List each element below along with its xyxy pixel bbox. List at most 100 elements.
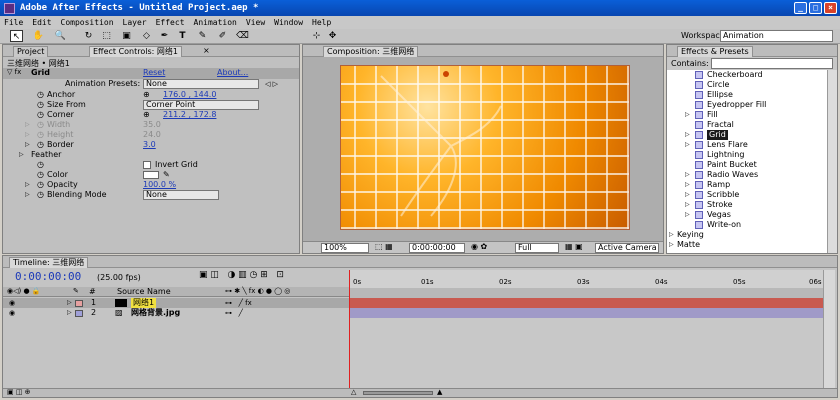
axis-local-icon[interactable]: ⊹ [310,30,323,42]
menu-effect[interactable]: Effect [156,18,185,27]
composition-viewer[interactable] [340,65,630,230]
expand-triangle-icon[interactable]: ▷ [685,110,690,120]
expand-triangle-icon[interactable]: ▷ [685,170,690,180]
expand-triangle-icon[interactable]: ▷ [685,200,690,210]
axis-world-icon[interactable]: ✥ [326,30,339,42]
layer-name[interactable]: 网络1 [131,298,157,308]
anchor-handle[interactable] [443,71,449,77]
border-value[interactable]: 3.0 [143,140,156,150]
list-item[interactable]: ▷ Ramp [667,180,827,190]
list-item[interactable]: ▷ Grid [667,130,827,140]
pen-tool-icon[interactable]: ✒ [158,30,171,42]
menu-layer[interactable]: Layer [123,18,147,27]
toggle-switches-icon[interactable]: ▣ ◫ ⊕ [7,388,31,396]
clone-tool-icon[interactable]: ✐ [216,30,229,42]
menu-composition[interactable]: Composition [61,18,114,27]
tab-close-icon[interactable]: × [203,46,210,55]
expand-triangle-icon[interactable]: ▷ [685,180,690,190]
zoom-out-icon[interactable]: △ [351,388,356,396]
list-item[interactable]: ▷ Vegas [667,210,827,220]
zoom-dropdown[interactable]: 100% [321,243,369,253]
menu-help[interactable]: Help [312,18,331,27]
timeline-scrollbar[interactable] [823,270,835,388]
zoom-in-icon[interactable]: ▲ [437,388,442,396]
list-item[interactable]: ▷ Matte [667,240,827,250]
rotate-tool-icon[interactable]: ↻ [82,30,95,42]
list-item[interactable]: Lightning [667,150,827,160]
reset-link[interactable]: Reset [143,68,165,77]
work-area-bar[interactable] [349,288,823,298]
pan-behind-tool-icon[interactable]: ▣ [120,30,133,42]
current-time-indicator[interactable] [349,270,350,388]
anchor-value[interactable]: 176.0 , 144.0 [163,90,216,100]
list-item[interactable]: Checkerboard [667,70,827,80]
table-row[interactable]: ◉ ▷ 2 ▨ 网格背景.jpg ⊶ ╱ [3,308,349,318]
list-item[interactable]: ▷ Lens Flare [667,140,827,150]
stopwatch-icon[interactable]: ◷ [37,160,44,170]
menu-animation[interactable]: Animation [194,18,237,27]
expand-triangle-icon[interactable]: ▷ [67,298,72,308]
list-item[interactable]: Circle [667,80,827,90]
comp-timecode[interactable]: 0:00:00:00 [409,243,465,253]
zoom-tool-icon[interactable]: 🔍 [54,30,67,42]
timeline-switches-icon[interactable]: ▣ ◫ ◑ ▥ ◷ ⊞ ⊡ [199,270,284,280]
layer-name[interactable]: 网格背景.jpg [131,308,180,318]
selection-tool-icon[interactable]: ↖ [10,30,23,42]
list-item[interactable]: ▷ Radio Waves [667,170,827,180]
camera-dropdown[interactable]: Active Camera [595,243,659,253]
expand-triangle-icon[interactable]: ▷ [19,150,24,160]
presets-dropdown[interactable]: None [143,79,259,89]
snapshot-icon[interactable]: ◉ ✿ [471,242,487,251]
expand-triangle-icon[interactable]: ▷ [685,190,690,200]
label-color-swatch[interactable] [75,310,83,317]
maximize-button[interactable]: □ [809,2,822,14]
tab-effects-presets[interactable]: Effects & Presets [677,46,753,57]
blending-dropdown[interactable]: None [143,190,219,200]
menu-edit[interactable]: Edit [32,18,51,27]
about-link[interactable]: About... [217,68,248,77]
stopwatch-icon[interactable]: ◷ [37,90,44,100]
expand-triangle-icon[interactable]: ▷ [669,240,674,250]
list-item[interactable]: Eyedropper Fill [667,100,827,110]
list-item[interactable]: Fractal [667,120,827,130]
layer-duration-bar[interactable] [349,308,823,318]
effects-scrollbar[interactable] [827,70,837,253]
opacity-value[interactable]: 100.0 % [143,180,176,190]
region-icon[interactable]: ⬚ ▦ [375,242,393,251]
stopwatch-icon[interactable]: ◷ [37,190,44,200]
expand-triangle-icon[interactable]: ▷ [685,130,690,140]
stopwatch-icon[interactable]: ◷ [37,100,44,110]
crosshair-icon[interactable]: ⊕ [143,90,150,100]
timeline-timecode[interactable]: 0:00:00:00 [15,270,81,283]
label-color-swatch[interactable] [75,300,83,307]
text-tool-icon[interactable]: T [176,30,189,42]
brush-tool-icon[interactable]: ✎ [196,30,209,42]
size-from-dropdown[interactable]: Corner Point [143,100,259,110]
expand-triangle-icon[interactable]: ▷ [25,120,30,130]
expand-triangle-icon[interactable]: ▷ [25,180,30,190]
effect-fx-icon[interactable]: ▽ fx [7,68,21,76]
stopwatch-icon[interactable]: ◷ [37,170,44,180]
expand-triangle-icon[interactable]: ▷ [67,308,72,318]
fast-preview-icon[interactable]: ▦ ▣ [565,242,583,251]
list-item[interactable]: ▷ Stroke [667,200,827,210]
close-button[interactable]: × [824,2,837,14]
invert-checkbox[interactable] [143,161,151,169]
corner-value[interactable]: 211.2 , 172.8 [163,110,216,120]
expand-triangle-icon[interactable]: ▷ [25,190,30,200]
minimize-button[interactable]: _ [794,2,807,14]
list-item[interactable]: ▷ Keying [667,230,827,240]
table-row[interactable]: ◉ ▷ 1 网络1 ⊶ ╱ fx [3,298,349,308]
resolution-dropdown[interactable]: Full [515,243,559,253]
contains-search-input[interactable] [711,58,833,69]
tab-effect-controls[interactable]: Effect Controls: 网络1 [89,46,182,57]
list-item[interactable]: Write-on [667,220,827,230]
hand-tool-icon[interactable]: ✋ [32,30,45,42]
menu-file[interactable]: File [4,18,23,27]
crosshair-icon[interactable]: ⊕ [143,110,150,120]
expand-triangle-icon[interactable]: ▷ [685,210,690,220]
expand-triangle-icon[interactable]: ▷ [25,130,30,140]
presets-nav-icon[interactable]: ◁ ▷ [265,79,278,89]
timeline-zoom-slider[interactable] [363,391,433,395]
expand-triangle-icon[interactable]: ▷ [25,140,30,150]
